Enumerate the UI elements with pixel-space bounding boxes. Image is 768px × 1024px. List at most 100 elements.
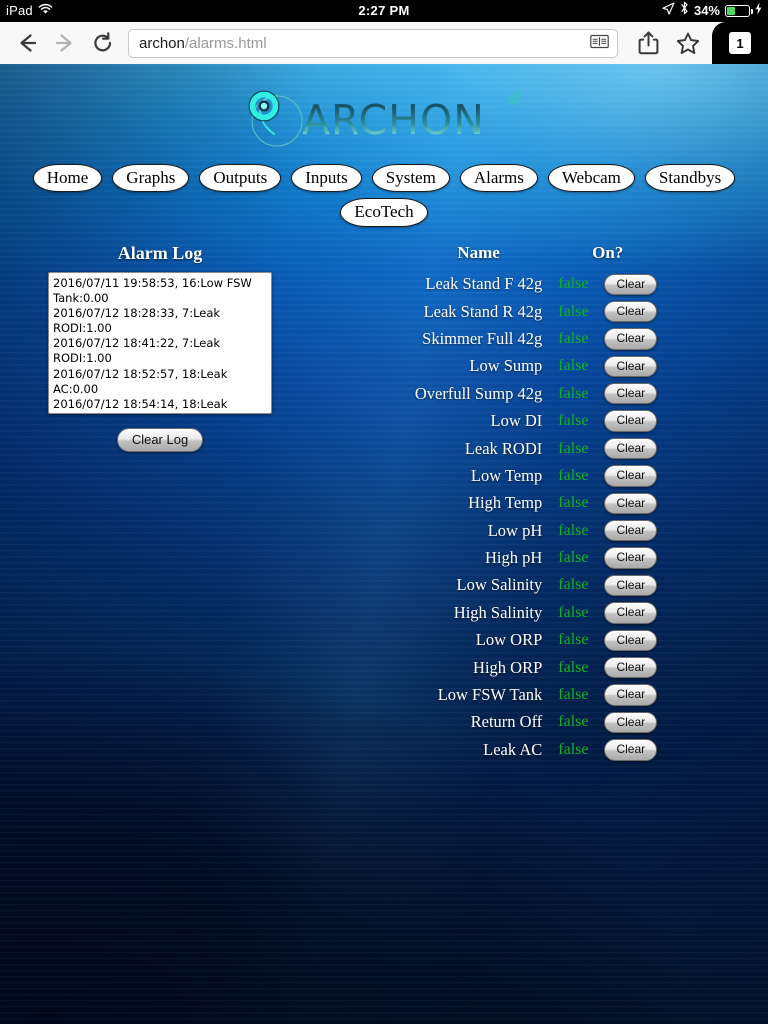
alarm-state-value: false xyxy=(550,709,596,736)
alarm-row: Skimmer Full 42gfalseClear xyxy=(407,325,665,352)
alarm-state-value: false xyxy=(550,298,596,325)
alarm-state-value: false xyxy=(550,736,596,763)
alarm-action-cell: Clear xyxy=(596,654,665,681)
clear-alarm-button[interactable]: Clear xyxy=(604,410,657,431)
nav-button-ecotech[interactable]: EcoTech xyxy=(340,198,427,226)
clear-log-button[interactable]: Clear Log xyxy=(117,428,203,453)
share-icon[interactable] xyxy=(628,24,668,62)
alarm-state-value: false xyxy=(550,380,596,407)
nav-button-graphs[interactable]: Graphs xyxy=(112,164,189,192)
clear-alarm-button[interactable]: Clear xyxy=(604,602,657,623)
clear-alarm-button[interactable]: Clear xyxy=(604,575,657,596)
alarm-row: High ORPfalseClear xyxy=(407,654,665,681)
alarm-name-label: Low pH xyxy=(407,517,550,544)
alarm-name-label: Leak RODI xyxy=(407,435,550,462)
clear-alarm-button[interactable]: Clear xyxy=(604,328,657,349)
clear-alarm-button[interactable]: Clear xyxy=(604,301,657,322)
archon-page: ARCHON Home Graphs Outputs Inputs System Alar… xyxy=(0,64,768,1024)
reload-icon[interactable] xyxy=(84,24,122,62)
alarm-state-value: false xyxy=(550,599,596,626)
alarm-name-label: Skimmer Full 42g xyxy=(407,325,550,352)
safari-toolbar: archon/alarms.html 1 xyxy=(0,22,768,64)
signal-arcs-icon xyxy=(504,87,526,114)
alarm-name-label: Low DI xyxy=(407,407,550,434)
reader-view-icon[interactable] xyxy=(590,34,609,53)
alarm-state-value: false xyxy=(550,490,596,517)
nav-button-outputs[interactable]: Outputs xyxy=(199,164,281,192)
alarm-action-cell: Clear xyxy=(596,544,665,571)
url-host: archon xyxy=(139,35,185,52)
alarm-row: Low FSW TankfalseClear xyxy=(407,681,665,708)
alarm-action-cell: Clear xyxy=(596,462,665,489)
alarm-action-cell: Clear xyxy=(596,353,665,380)
alarm-row: High SalinityfalseClear xyxy=(407,599,665,626)
alarm-name-label: Leak Stand F 42g xyxy=(407,271,550,298)
alarm-state-value: false xyxy=(550,572,596,599)
clear-alarm-button[interactable]: Clear xyxy=(604,383,657,404)
clear-alarm-button[interactable]: Clear xyxy=(604,438,657,459)
alarm-state-value: false xyxy=(550,627,596,654)
bluetooth-icon xyxy=(680,0,689,22)
clear-alarm-button[interactable]: Clear xyxy=(604,465,657,486)
nav-button-system[interactable]: System xyxy=(372,164,450,192)
clear-alarm-button[interactable]: Clear xyxy=(604,493,657,514)
alarm-name-label: High ORP xyxy=(407,654,550,681)
address-bar[interactable]: archon/alarms.html xyxy=(128,29,618,58)
clear-alarm-button[interactable]: Clear xyxy=(604,520,657,541)
alarm-row: Overfull Sump 42gfalseClear xyxy=(407,380,665,407)
alarm-state-value: false xyxy=(550,462,596,489)
forward-arrow-icon[interactable] xyxy=(46,24,84,62)
alarm-state-value: false xyxy=(550,353,596,380)
alarm-row: High pHfalse Clear xyxy=(407,544,665,571)
alarm-name-label: Low Salinity xyxy=(407,572,550,599)
alarm-state-value: false xyxy=(550,517,596,544)
clear-alarm-button[interactable]: Clear xyxy=(604,657,657,678)
alarm-table-header-row: Name On? xyxy=(407,243,665,271)
alarm-action-cell: Clear xyxy=(596,490,665,517)
alarm-table: Name On? Leak Stand F 42gfalseClearLeak … xyxy=(407,243,665,764)
battery-percent-label: 34% xyxy=(694,0,720,22)
alarm-action-cell: Clear xyxy=(596,517,665,544)
clear-alarm-button[interactable]: Clear xyxy=(604,630,657,651)
alarm-action-cell: Clear xyxy=(596,627,665,654)
alarm-row: Low Salinityfalse Clear xyxy=(407,572,665,599)
status-bar-right: 34% xyxy=(662,0,762,22)
alarm-row: Leak ACfalseClear xyxy=(407,736,665,763)
nav-button-home[interactable]: Home xyxy=(33,164,103,192)
bookmark-star-icon[interactable] xyxy=(668,24,708,62)
alarm-name-label: Return Off xyxy=(407,709,550,736)
alarm-state-value: false xyxy=(550,435,596,462)
clear-alarm-button[interactable]: Clear xyxy=(604,274,657,295)
clear-alarm-button[interactable]: Clear xyxy=(604,547,657,568)
back-arrow-icon[interactable] xyxy=(8,24,46,62)
alarm-action-cell: Clear xyxy=(596,681,665,708)
alarm-log-textarea[interactable]: 2016/07/11 19:58:53, 16:Low FSW Tank:0.0… xyxy=(48,272,272,414)
alarm-row: Leak Stand R 42gfalseClear xyxy=(407,298,665,325)
alarm-row: Leak RODIfalse Clear xyxy=(407,435,665,462)
alarm-row: Leak Stand F 42gfalseClear xyxy=(407,271,665,298)
clear-log-row: Clear Log xyxy=(10,428,310,453)
nav-button-alarms[interactable]: Alarms xyxy=(460,164,538,192)
nav-button-webcam[interactable]: Webcam xyxy=(548,164,635,192)
clear-alarm-button[interactable]: Clear xyxy=(604,356,657,377)
alarm-action-cell: Clear xyxy=(596,271,665,298)
archon-logo: ARCHON xyxy=(244,83,524,153)
alarm-action-cell: Clear xyxy=(596,298,665,325)
nav-button-standbys[interactable]: Standbys xyxy=(645,164,735,192)
alarm-row: High TempfalseClear xyxy=(407,490,665,517)
alarm-action-cell: Clear xyxy=(596,435,665,462)
archon-swirl-icon xyxy=(244,87,306,149)
clear-alarm-button[interactable]: Clear xyxy=(604,712,657,733)
alarm-state-value: false xyxy=(550,407,596,434)
alarm-row: Low pHfalse Clear xyxy=(407,517,665,544)
site-header: ARCHON xyxy=(0,82,768,154)
nav-row-2: EcoTech xyxy=(0,198,768,226)
clear-alarm-button[interactable]: Clear xyxy=(604,684,657,705)
tab-overview-button[interactable]: 1 xyxy=(712,22,768,64)
nav-button-inputs[interactable]: Inputs xyxy=(291,164,362,192)
alarm-name-label: High pH xyxy=(407,544,550,571)
location-arrow-icon xyxy=(662,0,675,22)
clear-alarm-button[interactable]: Clear xyxy=(604,739,657,760)
alarm-state-value: false xyxy=(550,544,596,571)
alarm-action-cell: Clear xyxy=(596,709,665,736)
